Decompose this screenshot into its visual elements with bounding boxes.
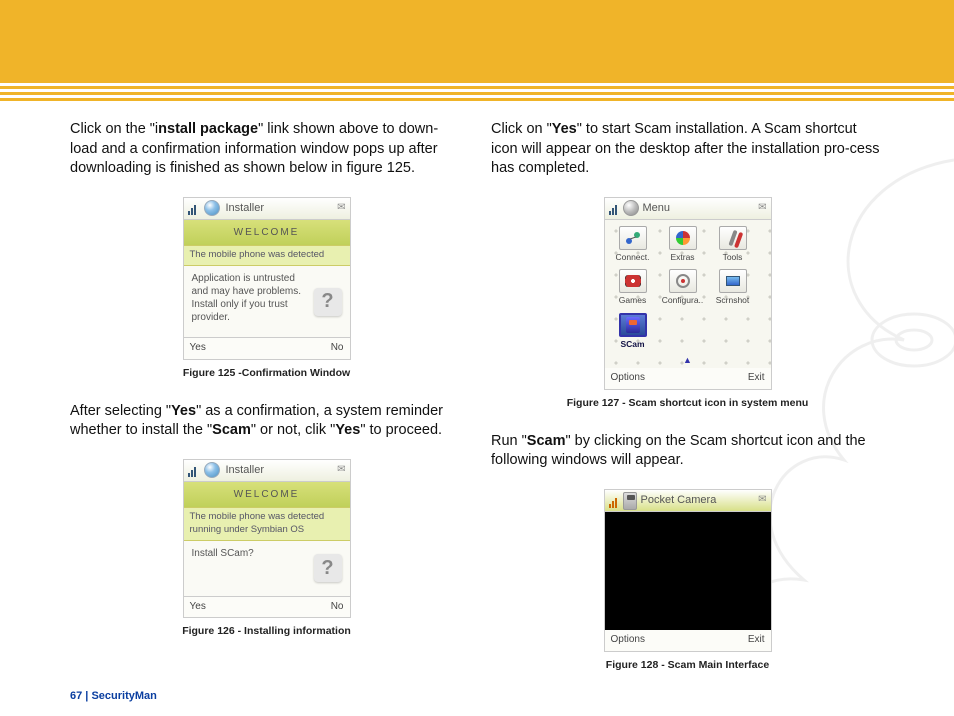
phone-installer-install: Installer ✉ WELCOME The mobile phone was… (183, 459, 351, 619)
menu-item-extras[interactable]: Extras (661, 226, 705, 263)
welcome-banner: WELCOME (184, 220, 350, 247)
softkey-options[interactable]: Options (611, 371, 645, 385)
envelope-icon: ✉ (337, 201, 345, 215)
phone-pocket-camera: Pocket Camera ✉ Options Exit (604, 489, 772, 652)
menu-icon (623, 200, 639, 216)
text: " or not, clik " (251, 422, 335, 438)
left-column: Click on the "install package" link show… (70, 120, 463, 676)
bold-yes-2: Yes (335, 422, 360, 438)
camera-viewfinder (605, 512, 771, 630)
figure-128-caption: Figure 128 - Scam Main Interface (491, 658, 884, 672)
globe-icon (204, 462, 220, 478)
welcome-banner: WELCOME (184, 482, 350, 509)
question-icon: ? (314, 554, 342, 582)
subtext: The mobile phone was detected running un… (184, 508, 350, 541)
bold-yes: Yes (171, 403, 196, 419)
menu-item-tools[interactable]: Tools (711, 226, 755, 263)
label: Extras (670, 252, 694, 263)
label: Games (619, 295, 646, 306)
page-footer: 67 | SecurityMan (70, 690, 157, 702)
softkey-no[interactable]: No (331, 600, 344, 614)
subtext: The mobile phone was detected (184, 246, 350, 266)
footer-brand: SecurityMan (91, 690, 156, 702)
softkey-bar: Options Exit (605, 368, 771, 389)
softkey-exit[interactable]: Exit (748, 371, 765, 385)
globe-icon (204, 200, 220, 216)
header-stripes (0, 80, 954, 101)
scroll-up-icon[interactable]: ▲ (611, 354, 765, 366)
figure-125-caption: Figure 125 -Confirmation Window (70, 366, 463, 380)
bold-scam: Scam (212, 422, 251, 438)
softkey-exit[interactable]: Exit (748, 633, 765, 647)
softkey-options[interactable]: Options (611, 633, 645, 647)
menu-item-connect[interactable]: Connect. (611, 226, 655, 263)
camera-icon (623, 492, 637, 510)
label: SCam (620, 339, 644, 350)
dialog-body: Application is untrusted and may have pr… (184, 266, 350, 338)
left-para-1: Click on the "install package" link show… (70, 120, 463, 179)
softkey-no[interactable]: No (331, 341, 344, 355)
phone-titlebar: Pocket Camera ✉ (605, 490, 771, 512)
envelope-icon: ✉ (337, 463, 345, 477)
phone-menu: Menu ✉ Connect. Extras Tools Games Confi… (604, 197, 772, 390)
bold-scam: Scam (527, 433, 566, 449)
dialog-message: Install SCam? (192, 547, 302, 560)
menu-grid: Connect. Extras Tools Games Configura.. … (605, 220, 771, 369)
phone-titlebar: Installer ✉ (184, 198, 350, 220)
softkey-bar: Yes No (184, 338, 350, 359)
softkey-yes[interactable]: Yes (190, 600, 206, 614)
text: Click on " (491, 121, 552, 137)
right-para-1: Click on "Yes" to start Scam installatio… (491, 120, 884, 179)
dialog-message: Application is untrusted and may have pr… (192, 272, 302, 324)
content-columns: Click on the "install package" link show… (70, 120, 884, 676)
signal-icon (609, 494, 619, 508)
menu-item-scam[interactable]: SCam (611, 313, 655, 350)
label: Configura.. (662, 295, 704, 306)
figure-127: Menu ✉ Connect. Extras Tools Games Confi… (491, 197, 884, 410)
menu-title-group: Menu (623, 200, 671, 216)
left-para-2: After selecting "Yes" as a confirmation,… (70, 402, 463, 441)
text: " to proceed. (360, 422, 442, 438)
document-page: Click on the "install package" link show… (0, 0, 954, 716)
text: After selecting " (70, 403, 171, 419)
text: Run " (491, 433, 527, 449)
figure-125: Installer ✉ WELCOME The mobile phone was… (70, 197, 463, 380)
menu-item-scrnshot[interactable]: Scrnshot (711, 269, 755, 306)
page-number: 67 (70, 690, 82, 702)
phone-installer-confirmation: Installer ✉ WELCOME The mobile phone was… (183, 197, 351, 360)
menu-item-configura[interactable]: Configura.. (661, 269, 705, 306)
signal-icon (188, 201, 198, 215)
menu-item-games[interactable]: Games (611, 269, 655, 306)
phone-titlebar: Installer ✉ (184, 460, 350, 482)
right-para-2: Run "Scam" by clicking on the Scam short… (491, 432, 884, 471)
bold-install-package: nstall package (158, 121, 258, 137)
label: Scrnshot (716, 295, 750, 306)
label: Connect. (615, 252, 649, 263)
phone-title: Installer (226, 201, 346, 216)
camera-title-group: Pocket Camera (623, 492, 717, 510)
figure-126-caption: Figure 126 - Installing information (70, 624, 463, 638)
phone-titlebar: Menu ✉ (605, 198, 771, 220)
figure-126: Installer ✉ WELCOME The mobile phone was… (70, 459, 463, 639)
figure-128: Pocket Camera ✉ Options Exit Figure 128 … (491, 489, 884, 672)
question-icon: ? (314, 288, 342, 316)
softkey-yes[interactable]: Yes (190, 341, 206, 355)
dialog-body: Install SCam? ? (184, 541, 350, 597)
bold-yes: Yes (552, 121, 577, 137)
softkey-bar: Options Exit (605, 630, 771, 651)
label: Tools (723, 252, 743, 263)
header-band (0, 0, 954, 80)
signal-icon (188, 463, 198, 477)
envelope-icon: ✉ (758, 201, 766, 215)
envelope-icon: ✉ (758, 493, 766, 507)
phone-title: Installer (226, 463, 346, 478)
softkey-bar: Yes No (184, 597, 350, 618)
phone-title: Menu (643, 201, 671, 216)
signal-icon (609, 201, 619, 215)
right-column: Click on "Yes" to start Scam installatio… (491, 120, 884, 676)
text: Click on the "i (70, 121, 158, 137)
figure-127-caption: Figure 127 - Scam shortcut icon in syste… (491, 396, 884, 410)
phone-title: Pocket Camera (641, 493, 717, 508)
